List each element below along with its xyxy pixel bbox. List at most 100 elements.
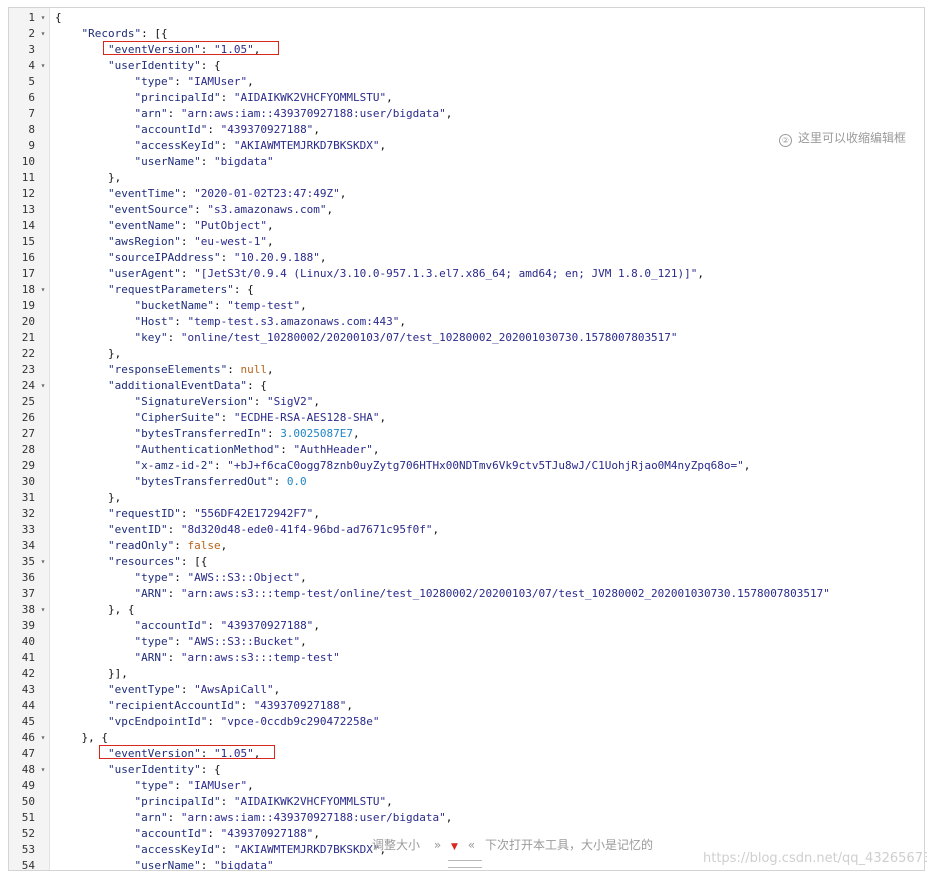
code-line[interactable]: 49 "type": "IAMUser", xyxy=(9,778,924,794)
code-line[interactable]: 34 "readOnly": false, xyxy=(9,538,924,554)
code-line[interactable]: 13 "eventSource": "s3.amazonaws.com", xyxy=(9,202,924,218)
code-line[interactable]: 42 }], xyxy=(9,666,924,682)
code-line[interactable]: 24 ▾ "additionalEventData": { xyxy=(9,378,924,394)
code-line[interactable]: 25 "SignatureVersion": "SigV2", xyxy=(9,394,924,410)
code-text: "principalId": "AIDAIKWK2VHCFYOMMLSTU", xyxy=(55,794,392,810)
code-token: "AIDAIKWK2VHCFYOMMLSTU" xyxy=(233,91,387,104)
fold-toggle-icon[interactable]: ▾ xyxy=(38,762,48,778)
code-line[interactable]: 45 "vpcEndpointId": "vpce-0ccdb9c2904722… xyxy=(9,714,924,730)
fold-toggle-icon[interactable]: ▾ xyxy=(38,10,48,26)
code-line[interactable]: 14 "eventName": "PutObject", xyxy=(9,218,924,234)
code-line[interactable]: 36 "type": "AWS::S3::Object", xyxy=(9,570,924,586)
line-number: 45 xyxy=(21,715,35,728)
line-number: 52 xyxy=(21,827,35,840)
code-token: "bigdata" xyxy=(213,155,274,168)
code-line[interactable]: 28 "AuthenticationMethod": "AuthHeader", xyxy=(9,442,924,458)
code-line[interactable]: 37 "ARN": "arn:aws:s3:::temp-test/online… xyxy=(9,586,924,602)
code-token: "CipherSuite" xyxy=(134,411,221,424)
code-line[interactable]: 51 "arn": "arn:aws:iam::439370927188:use… xyxy=(9,810,924,826)
fold-toggle-icon[interactable]: ▾ xyxy=(38,730,48,746)
code-line[interactable]: 18 ▾ "requestParameters": { xyxy=(9,282,924,298)
code-line[interactable]: 31 }, xyxy=(9,490,924,506)
code-token: "userName" xyxy=(134,155,201,168)
fold-toggle-icon[interactable]: ▾ xyxy=(38,58,48,74)
expand-right-icon[interactable]: » xyxy=(434,838,441,852)
code-text: "accountId": "439370927188", xyxy=(55,826,319,842)
fold-toggle-icon[interactable]: ▾ xyxy=(38,602,48,618)
fold-toggle-icon[interactable]: ▾ xyxy=(38,554,48,570)
code-token: : [{ xyxy=(141,27,168,40)
code-line[interactable]: 35 ▾ "resources": [{ xyxy=(9,554,924,570)
code-line[interactable]: 38 ▾ }, { xyxy=(9,602,924,618)
code-line[interactable]: 50 "principalId": "AIDAIKWK2VHCFYOMMLSTU… xyxy=(9,794,924,810)
code-line[interactable]: 10 "userName": "bigdata" xyxy=(9,154,924,170)
code-line[interactable]: 26 "CipherSuite": "ECDHE-RSA-AES128-SHA"… xyxy=(9,410,924,426)
code-token: }], xyxy=(55,667,128,680)
code-token: "439370927188" xyxy=(253,699,347,712)
code-line[interactable]: 48 ▾ "userIdentity": { xyxy=(9,762,924,778)
code-token: "ARN" xyxy=(134,651,168,664)
code-token: : xyxy=(220,411,234,424)
code-line[interactable]: 43 "eventType": "AwsApiCall", xyxy=(9,682,924,698)
fold-toggle-icon[interactable]: ▾ xyxy=(38,26,48,42)
code-line[interactable]: 2 ▾ "Records": [{ xyxy=(9,26,924,42)
code-line[interactable]: 22 }, xyxy=(9,346,924,362)
code-line[interactable]: 21 "key": "online/test_10280002/20200103… xyxy=(9,330,924,346)
code-token: "userIdentity" xyxy=(107,59,201,72)
code-line[interactable]: 15 "awsRegion": "eu-west-1", xyxy=(9,234,924,250)
code-line[interactable]: 39 "accountId": "439370927188", xyxy=(9,618,924,634)
code-text: "x-amz-id-2": "+bJ+f6caC0ogg78znb0uyZytg… xyxy=(55,458,750,474)
resize-down-arrow-icon[interactable]: ▼ xyxy=(451,842,458,852)
code-line[interactable]: 41 "ARN": "arn:aws:s3:::temp-test" xyxy=(9,650,924,666)
code-line[interactable]: 4 ▾ "userIdentity": { xyxy=(9,58,924,74)
code-line[interactable]: 44 "recipientAccountId": "439370927188", xyxy=(9,698,924,714)
code-line[interactable]: 7 "arn": "arn:aws:iam::439370927188:user… xyxy=(9,106,924,122)
code-line[interactable]: 16 "sourceIPAddress": "10.20.9.188", xyxy=(9,250,924,266)
code-line[interactable]: 29 "x-amz-id-2": "+bJ+f6caC0ogg78znb0uyZ… xyxy=(9,458,924,474)
code-line[interactable]: 27 "bytesTransferredIn": 3.0025087E7, xyxy=(9,426,924,442)
code-line[interactable]: 12 "eventTime": "2020-01-02T23:47:49Z", xyxy=(9,186,924,202)
code-token: "accessKeyId" xyxy=(134,843,221,856)
code-text: "userIdentity": { xyxy=(55,762,221,778)
json-editor[interactable]: 1 ▾{2 ▾ "Records": [{3 "eventVersion": "1.… xyxy=(8,7,925,871)
code-token: "AuthenticationMethod" xyxy=(134,443,281,456)
code-line[interactable]: 17 "userAgent": "[JetS3t/0.9.4 (Linux/3.… xyxy=(9,266,924,282)
code-text: "Host": "temp-test.s3.amazonaws.com:443"… xyxy=(55,314,406,330)
resize-bar[interactable]: 调整大小 » ▼ « 下次打开本工具，大小是记忆的 xyxy=(372,836,653,853)
code-token: "arn" xyxy=(134,811,168,824)
code-line[interactable]: 32 "requestID": "556DF42E172942F7", xyxy=(9,506,924,522)
code-token: : xyxy=(220,139,234,152)
code-line[interactable]: 6 "principalId": "AIDAIKWK2VHCFYOMMLSTU"… xyxy=(9,90,924,106)
code-token: "additionalEventData" xyxy=(107,379,248,392)
code-line[interactable]: 5 "type": "IAMUser", xyxy=(9,74,924,90)
code-line[interactable]: 1 ▾ { xyxy=(9,10,924,26)
code-line[interactable]: 30 "bytesTransferredOut": 0.0 xyxy=(9,474,924,490)
code-token: "vpce-0ccdb9c290472258e" xyxy=(220,715,380,728)
code-line[interactable]: 33 "eventID": "8d320d48-ede0-41f4-96bd-a… xyxy=(9,522,924,538)
line-number: 42 xyxy=(21,667,35,680)
code-text: }, xyxy=(55,346,121,362)
resize-grip[interactable] xyxy=(448,860,482,868)
code-line[interactable]: 40 "type": "AWS::S3::Bucket", xyxy=(9,634,924,650)
code-token: "arn:aws:iam::439370927188:user/bigdata" xyxy=(180,107,446,120)
code-line[interactable]: 19 "bucketName": "temp-test", xyxy=(9,298,924,314)
fold-toggle-icon[interactable]: ▾ xyxy=(38,378,48,394)
collapse-left-icon[interactable]: « xyxy=(468,838,475,852)
line-number: 43 xyxy=(21,683,35,696)
code-line[interactable]: 46 ▾ }, { xyxy=(9,730,924,746)
code-line[interactable]: 20 "Host": "temp-test.s3.amazonaws.com:4… xyxy=(9,314,924,330)
fold-toggle-icon[interactable]: ▾ xyxy=(38,282,48,298)
collapse-hint[interactable]: ② 这里可以收缩编辑框 xyxy=(779,129,906,147)
code-line[interactable]: 11 }, xyxy=(9,170,924,186)
code-line[interactable]: 23 "responseElements": null, xyxy=(9,362,924,378)
